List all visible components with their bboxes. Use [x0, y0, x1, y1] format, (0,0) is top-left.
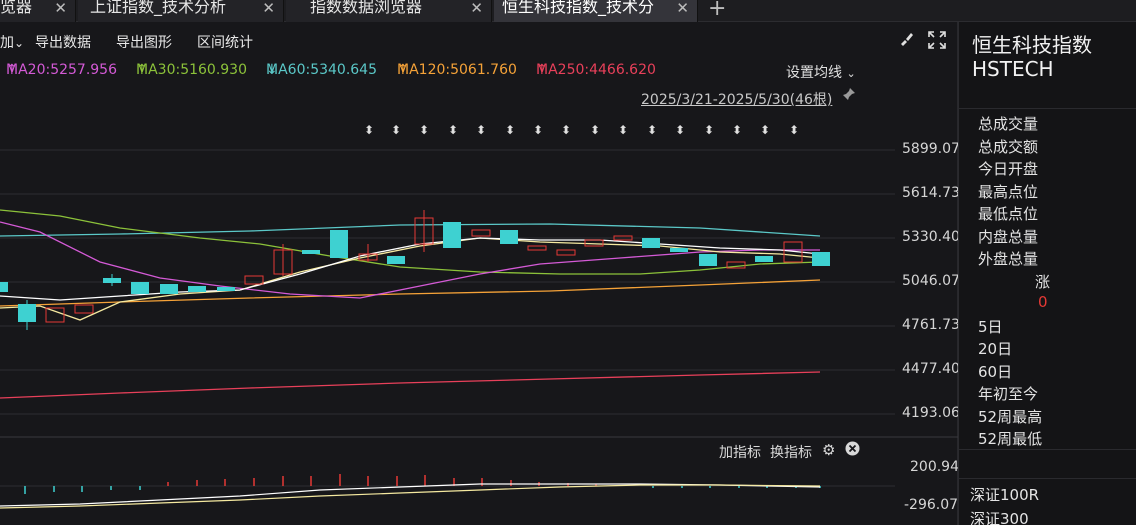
- candle: [755, 256, 773, 262]
- candle: [74, 304, 94, 314]
- candle: [45, 307, 65, 323]
- quote-footer-divider: [959, 478, 1136, 479]
- switch-indicator-button[interactable]: 换指标: [770, 442, 812, 462]
- svg-text:⬍: ⬍: [675, 123, 685, 137]
- candle: [0, 282, 8, 292]
- ma60-line: [0, 223, 821, 237]
- related-index-item[interactable]: 深证100R: [970, 484, 1039, 505]
- dea-line: [0, 484, 821, 509]
- candle: [500, 230, 518, 244]
- price-axis-label: 4193.06: [902, 405, 960, 421]
- price-axis-label: 5046.07: [902, 273, 960, 289]
- quote-footer-divider: [959, 449, 1136, 450]
- candle: [18, 304, 36, 322]
- svg-text:⬍: ⬍: [419, 123, 429, 137]
- period-20d: 20日: [978, 340, 1013, 358]
- field-high: 最高点位: [978, 183, 1039, 201]
- add-indicator-button[interactable]: 加指标: [719, 442, 761, 462]
- price-axis-label: 5899.07: [902, 141, 960, 157]
- candle: [443, 222, 461, 248]
- period-5d: 5日: [978, 318, 1003, 336]
- candle: [670, 248, 688, 252]
- change-value: 0: [1038, 293, 1048, 311]
- dif-line: [0, 483, 821, 507]
- svg-text:⬍: ⬍: [533, 123, 543, 137]
- svg-text:⬍: ⬍: [590, 123, 600, 137]
- field-low: 最低点位: [978, 205, 1039, 223]
- change-label: 涨: [1035, 273, 1051, 291]
- svg-text:⬍: ⬍: [732, 123, 742, 137]
- candle: [160, 284, 178, 294]
- gear-icon[interactable]: ⚙: [822, 441, 835, 459]
- index-name: 恒生科技指数: [972, 33, 1092, 57]
- svg-text:⬍: ⬍: [476, 123, 486, 137]
- field-total-volume: 总成交量: [978, 115, 1039, 133]
- candle: [699, 254, 717, 266]
- index-code: HSTECH: [972, 57, 1054, 81]
- svg-text:⬍: ⬍: [760, 123, 770, 137]
- ma5-line: [0, 237, 821, 321]
- close-circle-icon[interactable]: [845, 441, 860, 460]
- ma10-line: [0, 237, 821, 301]
- svg-text:⬍: ⬍: [789, 123, 799, 137]
- svg-text:⬍: ⬍: [618, 123, 628, 137]
- price-axis-label: 5614.73: [902, 185, 960, 201]
- candle: [527, 245, 547, 251]
- candle: [471, 229, 491, 237]
- svg-text:⬍: ⬍: [704, 123, 714, 137]
- field-inner-volume: 内盘总量: [978, 228, 1039, 246]
- svg-text:⬍: ⬍: [364, 123, 374, 137]
- ma30-line: [0, 209, 821, 275]
- svg-text:⬍: ⬍: [561, 123, 571, 137]
- ma250-line: [0, 371, 821, 399]
- indicator-scale-top: 200.94: [910, 459, 959, 475]
- price-axis-label: 4477.40: [902, 361, 960, 377]
- candle: [244, 275, 264, 285]
- candle: [217, 287, 235, 291]
- period-ytd: 年初至今: [978, 385, 1039, 403]
- candle: [188, 286, 206, 292]
- svg-text:⬍: ⬍: [647, 123, 657, 137]
- related-index-item[interactable]: 深证300: [970, 508, 1029, 525]
- quote-header-divider: [959, 108, 1136, 109]
- field-open: 今日开盘: [978, 160, 1039, 178]
- period-52w-low: 52周最低: [978, 430, 1043, 448]
- svg-text:⬍: ⬍: [391, 123, 401, 137]
- candle: [812, 252, 830, 266]
- price-axis-label: 5330.40: [902, 229, 960, 245]
- svg-text:⬍: ⬍: [505, 123, 515, 137]
- candle: [330, 230, 348, 258]
- field-total-amount: 总成交额: [978, 138, 1039, 156]
- period-60d: 60日: [978, 363, 1013, 381]
- candle: [642, 238, 660, 248]
- price-axis-label: 4761.73: [902, 317, 960, 333]
- kline-chart[interactable]: ⬍ ⬍ ⬍ ⬍ ⬍ ⬍ ⬍ ⬍ ⬍ ⬍ ⬍ ⬍ ⬍ ⬍ ⬍ ⬍: [0, 0, 958, 525]
- candle: [302, 250, 320, 254]
- period-52w-high: 52周最高: [978, 408, 1043, 426]
- field-outer-volume: 外盘总量: [978, 250, 1039, 268]
- candle: [131, 282, 149, 294]
- candle: [556, 249, 576, 256]
- candle: [103, 278, 121, 283]
- event-markers: ⬍ ⬍ ⬍ ⬍ ⬍ ⬍ ⬍ ⬍ ⬍ ⬍ ⬍ ⬍ ⬍ ⬍ ⬍ ⬍: [364, 123, 799, 137]
- svg-text:⬍: ⬍: [448, 123, 458, 137]
- candle: [387, 256, 405, 264]
- indicator-scale-bottom: -296.07: [904, 497, 959, 513]
- macd-bars: [24, 474, 821, 494]
